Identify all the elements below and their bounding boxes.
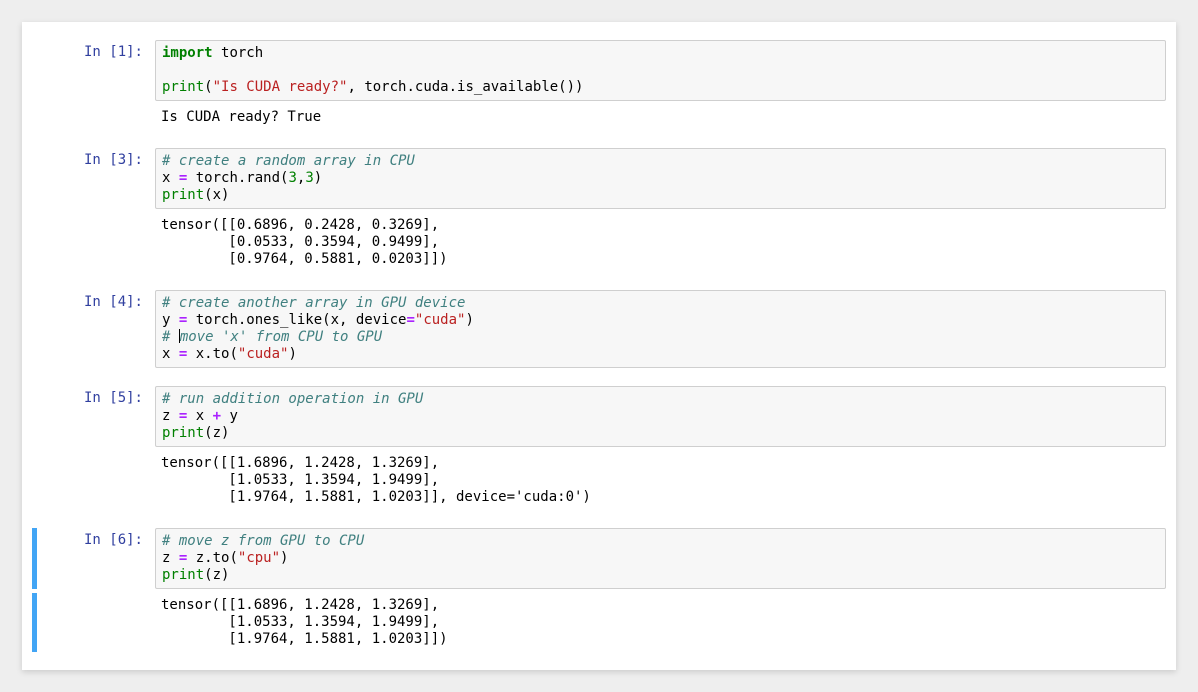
code-token: z — [162, 550, 179, 566]
output-prompt-empty — [37, 105, 155, 130]
code-token: + — [213, 408, 221, 424]
code-token: ) — [314, 170, 322, 186]
output-prompt-empty — [37, 451, 155, 510]
code-token: print — [162, 187, 204, 203]
code-token: torch — [221, 45, 263, 61]
code-input[interactable]: # create a random array in CPU x = torch… — [155, 148, 1166, 209]
output-prompt-empty — [37, 593, 155, 652]
input-prompt: In [3]: — [37, 148, 155, 209]
code-token: ( — [204, 187, 212, 203]
code-token: = — [406, 312, 414, 328]
code-token: # move z from GPU to CPU — [162, 533, 364, 549]
code-token: ) — [465, 312, 473, 328]
code-token — [187, 170, 195, 186]
code-token: ( — [204, 79, 212, 95]
code-token: z.to( — [196, 550, 238, 566]
code-token: print — [162, 79, 204, 95]
notebook-container: In [1]: import torch print("Is CUDA read… — [22, 22, 1176, 670]
code-token — [187, 346, 195, 362]
code-cell[interactable]: In [1]: import torch print("Is CUDA read… — [32, 40, 1166, 130]
code-token: # run addition operation in GPU — [162, 391, 423, 407]
input-prompt: In [1]: — [37, 40, 155, 101]
code-token: torch.cuda.is_available() — [364, 79, 575, 95]
code-input[interactable]: # run addition operation in GPU z = x + … — [155, 386, 1166, 447]
code-cell[interactable]: In [6]: # move z from GPU to CPU z = z.t… — [32, 528, 1166, 652]
stdout-output[interactable]: tensor([[0.6896, 0.2428, 0.3269], [0.053… — [155, 213, 1166, 272]
input-prompt: In [4]: — [37, 290, 155, 368]
code-token: "cpu" — [238, 550, 280, 566]
input-prompt: In [5]: — [37, 386, 155, 447]
code-token: print — [162, 425, 204, 441]
code-token: # create another array in GPU device — [162, 295, 465, 311]
code-token: x — [196, 408, 213, 424]
code-token: # move 'x' from CPU to GPU — [162, 329, 382, 345]
code-token: x — [162, 346, 179, 362]
code-token: y — [162, 312, 179, 328]
code-token: ) — [221, 567, 229, 583]
code-input[interactable]: import torch print("Is CUDA ready?", tor… — [155, 40, 1166, 101]
code-token: "cuda" — [238, 346, 289, 362]
input-prompt: In [6]: — [37, 528, 155, 589]
code-token: "cuda" — [415, 312, 466, 328]
code-token: y — [221, 408, 238, 424]
code-cell[interactable]: In [3]: # create a random array in CPU x… — [32, 148, 1166, 272]
code-token: 3 — [305, 170, 313, 186]
code-token: x — [213, 187, 221, 203]
code-token: ( — [204, 567, 212, 583]
code-token — [213, 45, 221, 61]
code-token: ) — [221, 425, 229, 441]
code-token: ) — [280, 550, 288, 566]
output-prompt-empty — [37, 213, 155, 272]
text-cursor-icon — [179, 329, 180, 343]
code-cell[interactable]: In [5]: # run addition operation in GPU … — [32, 386, 1166, 510]
code-token: print — [162, 567, 204, 583]
code-token: import — [162, 45, 213, 61]
stdout-output[interactable]: tensor([[1.6896, 1.2428, 1.3269], [1.053… — [155, 593, 1166, 652]
code-token — [187, 408, 195, 424]
code-token: ) — [221, 187, 229, 203]
code-token: ) — [575, 79, 583, 95]
code-cell[interactable]: In [4]: # create another array in GPU de… — [32, 290, 1166, 368]
code-input[interactable]: # create another array in GPU device y =… — [155, 290, 1166, 368]
code-token: ( — [204, 425, 212, 441]
code-token: z — [213, 425, 221, 441]
code-token: torch.ones_like(x, device — [196, 312, 407, 328]
code-input[interactable]: # move z from GPU to CPU z = z.to("cpu")… — [155, 528, 1166, 589]
code-token — [187, 550, 195, 566]
stdout-output[interactable]: Is CUDA ready? True — [155, 105, 1166, 130]
code-token: ) — [288, 346, 296, 362]
code-token: "Is CUDA ready?" — [213, 79, 348, 95]
code-token: torch.rand( — [196, 170, 289, 186]
stdout-output[interactable]: tensor([[1.6896, 1.2428, 1.3269], [1.053… — [155, 451, 1166, 510]
code-token: , — [347, 79, 364, 95]
code-token: x.to( — [196, 346, 238, 362]
code-token: # create a random array in CPU — [162, 153, 415, 169]
code-token — [187, 312, 195, 328]
code-token: z — [162, 408, 179, 424]
code-token: 3 — [288, 170, 296, 186]
code-token: z — [213, 567, 221, 583]
code-token: x — [162, 170, 179, 186]
